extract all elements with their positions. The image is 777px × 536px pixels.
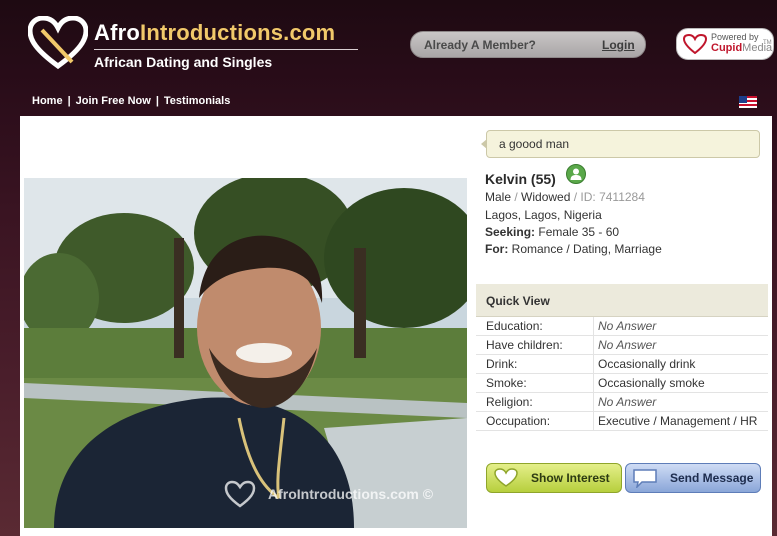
for-value: Romance / Dating, Marriage (511, 242, 662, 256)
qv-label-occupation: Occupation: (486, 414, 551, 428)
powered-by-label: Powered by (711, 32, 759, 42)
brand-name-part2: Introductions.com (140, 20, 336, 45)
brand-name: AfroIntroductions.com (94, 20, 335, 46)
quick-view-header: Quick View (476, 284, 768, 317)
qv-value-drink: Occasionally drink (598, 357, 696, 371)
send-message-label: Send Message (670, 471, 754, 485)
site-header: AfroIntroductions.com African Dating and… (0, 0, 777, 118)
qv-value-children: No Answer (598, 338, 657, 352)
member-prompt: Already A Member? (424, 38, 536, 52)
headline-bubble-tail (481, 139, 487, 149)
profile-for: For: Romance / Dating, Marriage (485, 242, 662, 256)
quick-view-title: Quick View (486, 294, 550, 308)
quick-view-row: Education: No Answer (476, 317, 768, 336)
seeking-label: Seeking: (485, 225, 536, 239)
profile-location: Lagos, Lagos, Nigeria (485, 208, 602, 222)
profile-name: Kelvin (55) (485, 171, 556, 187)
show-interest-button[interactable]: Show Interest (486, 463, 622, 493)
quick-view-row: Religion: No Answer (476, 393, 768, 412)
profile-photo-image (24, 178, 467, 528)
user-icon (570, 168, 582, 180)
nav-join-free-now[interactable]: Join Free Now (76, 95, 151, 107)
qv-value-religion: No Answer (598, 395, 657, 409)
watermark-text: AfroIntroductions.com © (268, 486, 434, 502)
qv-label-religion: Religion: (486, 395, 533, 409)
quick-view-row: Have children: No Answer (476, 336, 768, 355)
nav-home[interactable]: Home (32, 95, 63, 107)
speech-bubble-icon (633, 469, 657, 488)
profile-headline: a goood man (481, 130, 760, 158)
headline-text: a goood man (499, 137, 570, 151)
main-nav: Home | Join Free Now | Testimonials (32, 95, 230, 107)
heart-logo-icon (28, 16, 88, 70)
qv-value-occupation: Executive / Management / HR (598, 414, 758, 428)
logo-divider (94, 49, 358, 50)
qv-label-smoke: Smoke: (486, 376, 527, 390)
for-label: For: (485, 242, 509, 256)
qv-value-smoke: Occasionally smoke (598, 376, 705, 390)
qv-label-drink: Drink: (486, 357, 518, 371)
show-interest-label: Show Interest (531, 471, 610, 485)
qv-divider (593, 355, 594, 373)
watermark-heart-icon (224, 480, 256, 508)
nav-separator: | (155, 95, 159, 107)
qv-divider (593, 374, 594, 392)
profile-seeking: Seeking: Female 35 - 60 (485, 225, 619, 239)
quick-view-row: Drink: Occasionally drink (476, 355, 768, 374)
cupid-heart-icon (683, 34, 707, 54)
quick-view-row: Smoke: Occasionally smoke (476, 374, 768, 393)
trademark-mark: TM (763, 40, 772, 46)
profile-id: ID: 7411284 (580, 190, 645, 204)
online-status-icon (566, 164, 586, 184)
heart-icon (494, 468, 518, 487)
profile-marital-status: Widowed (521, 190, 571, 204)
qv-value-education: No Answer (598, 319, 657, 333)
profile-basic-info: Male / Widowed / ID: 7411284 (485, 190, 645, 204)
qv-divider (593, 412, 594, 430)
us-flag-icon[interactable] (739, 96, 757, 108)
powered-by-badge[interactable]: Powered by CupidMedia TM (676, 28, 774, 60)
brand-name-part1: Afro (94, 20, 141, 45)
nav-testimonials[interactable]: Testimonials (164, 95, 230, 107)
nav-separator: | (67, 95, 71, 107)
site-logo[interactable]: AfroIntroductions.com African Dating and… (28, 14, 358, 74)
powered-by-brand-main: Cupid (711, 42, 743, 54)
seeking-value: Female 35 - 60 (538, 225, 620, 239)
profile-photo[interactable]: AfroIntroductions.com © (24, 178, 467, 528)
member-login-bar: Already A Member? Login (410, 31, 646, 58)
qv-divider (593, 317, 594, 335)
qv-label-education: Education: (486, 319, 543, 333)
brand-tagline: African Dating and Singles (94, 54, 273, 70)
login-link[interactable]: Login (602, 38, 635, 52)
profile-gender: Male (485, 190, 512, 204)
qv-divider (593, 336, 594, 354)
qv-label-children: Have children: (486, 338, 563, 352)
qv-divider (593, 393, 594, 411)
send-message-button[interactable]: Send Message (625, 463, 761, 493)
quick-view-row: Occupation: Executive / Management / HR (476, 412, 768, 431)
info-separator: / (511, 190, 522, 204)
flag-canton (739, 96, 747, 103)
photo-watermark: AfroIntroductions.com © (224, 478, 464, 510)
profile-panel: AfroIntroductions.com © a goood man Kelv… (20, 116, 772, 536)
info-separator: / (570, 190, 581, 204)
